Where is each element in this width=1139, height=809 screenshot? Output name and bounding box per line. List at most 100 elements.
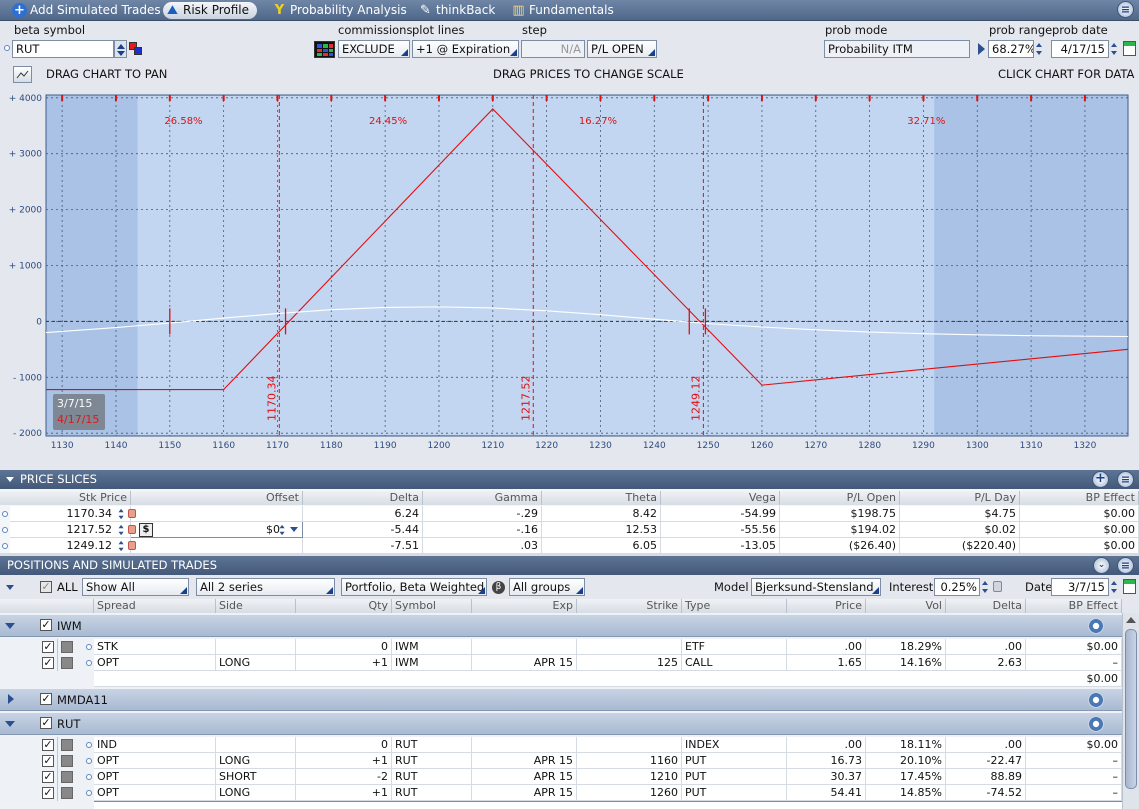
prob-date-stepper[interactable]: [1110, 40, 1119, 58]
gear-icon[interactable]: [1088, 692, 1104, 708]
row-color-box[interactable]: [61, 771, 73, 783]
date-calendar-icon[interactable]: [1123, 579, 1136, 594]
prob-range-input[interactable]: 68.27%: [988, 40, 1034, 58]
col-qty[interactable]: Qty: [296, 599, 392, 613]
tab-add-simulated-trades[interactable]: + Add Simulated Trades: [10, 2, 161, 19]
beta-info-icon[interactable]: β: [492, 581, 505, 594]
col-side[interactable]: Side: [216, 599, 296, 613]
slice-offset-cell[interactable]: $0: [131, 522, 303, 538]
slice-price-cell[interactable]: 1217.52: [10, 522, 131, 538]
group-row-rut[interactable]: ✓ RUT: [0, 713, 1122, 735]
prob-mode-dropdown[interactable]: Probability ITM: [824, 40, 970, 58]
col-exp[interactable]: Exp: [472, 599, 577, 613]
slice-lock-icon[interactable]: [128, 541, 136, 550]
row-checkbox[interactable]: ✓: [42, 739, 54, 751]
chevron-down-icon[interactable]: [5, 721, 15, 727]
offset-stepper[interactable]: [279, 522, 287, 537]
slice-price-cell[interactable]: 1170.34: [10, 506, 131, 522]
table-row[interactable]: ✓ OPT LONG +1 RUT APR 15 1260 PUT 54.41 14.85% -74…: [0, 785, 1122, 801]
prob-range-stepper[interactable]: [1035, 40, 1044, 58]
slice-lock-icon[interactable]: [128, 509, 136, 518]
slice-price-stepper[interactable]: [118, 506, 126, 521]
tab-probability-analysis[interactable]: Y Probability Analysis: [270, 2, 407, 19]
play-arrow-icon[interactable]: [978, 43, 985, 55]
color-picker-icon[interactable]: [129, 42, 143, 56]
beta-symbol-dropdown[interactable]: [114, 40, 127, 58]
row-link-dot-icon[interactable]: [86, 774, 92, 780]
date-stepper[interactable]: [1110, 578, 1119, 596]
commissions-dropdown[interactable]: EXCLUDE: [338, 40, 410, 58]
row-color-box[interactable]: [61, 739, 73, 751]
row-link-dot-icon[interactable]: [86, 790, 92, 796]
col-delta[interactable]: Delta: [946, 599, 1026, 613]
price-slices-header[interactable]: PRICE SLICES: [0, 470, 1139, 489]
table-row[interactable]: ✓ OPT SHORT -2 RUT APR 15 1210 PUT 30.37 17.45% 88…: [0, 769, 1122, 785]
slice-price-cell[interactable]: 1249.12: [10, 538, 131, 554]
slice-price-stepper[interactable]: [118, 538, 126, 553]
portfolio-dropdown[interactable]: Portfolio, Beta Weighted: [341, 578, 487, 596]
row-link-dot-icon[interactable]: [86, 660, 92, 666]
chart-style-icon[interactable]: [13, 66, 32, 83]
prob-date-input[interactable]: 4/17/15: [1051, 40, 1109, 58]
col-bp[interactable]: BP Effect: [1026, 599, 1122, 613]
gear-icon[interactable]: [1088, 618, 1104, 634]
gear-icon[interactable]: [1088, 716, 1104, 732]
col-type[interactable]: Type: [682, 599, 787, 613]
col-symbol[interactable]: Symbol: [392, 599, 472, 613]
beta-symbol-input[interactable]: RUT: [12, 40, 114, 58]
tab-fundamentals[interactable]: ▥ Fundamentals: [509, 2, 613, 19]
risk-profile-chart-svg[interactable]: 1130 1140 1150 1160 1170 1180 1190 1200 1210 1220…: [0, 91, 1139, 470]
row-checkbox[interactable]: ✓: [42, 755, 54, 767]
row-checkbox[interactable]: ✓: [42, 787, 54, 799]
row-checkbox[interactable]: ✓: [42, 771, 54, 783]
positions-menu-icon[interactable]: ≡: [1117, 557, 1134, 574]
slice-link-dot-icon[interactable]: [2, 527, 8, 533]
tab-thinkback[interactable]: ✎ thinkBack: [416, 2, 495, 19]
col-price[interactable]: Price: [787, 599, 866, 613]
filter-collapse-icon[interactable]: [6, 585, 14, 590]
row-link-dot-icon[interactable]: [86, 758, 92, 764]
show-filter-dropdown[interactable]: Show All: [82, 578, 189, 596]
price-slices-menu-icon[interactable]: ≡: [1117, 471, 1134, 488]
slice-offset-cell[interactable]: [131, 538, 303, 554]
model-dropdown[interactable]: Bjerksund-Stensland: [751, 578, 881, 596]
slice-price-stepper[interactable]: [118, 522, 126, 537]
group-row-iwm[interactable]: ✓ IWM: [0, 615, 1122, 637]
interest-stepper[interactable]: [981, 578, 990, 596]
date-input[interactable]: 3/7/15: [1051, 578, 1109, 596]
lock-icon[interactable]: [993, 581, 1002, 592]
step-input[interactable]: N/A: [521, 40, 585, 58]
offset-dropdown-icon[interactable]: [290, 527, 298, 532]
group-checkbox[interactable]: ✓: [40, 693, 52, 705]
positions-header[interactable]: POSITIONS AND SIMULATED TRADES: [0, 556, 1139, 575]
calendar-icon[interactable]: [1123, 41, 1136, 56]
menu-icon[interactable]: ≡: [1117, 1, 1134, 18]
groups-dropdown[interactable]: All groups: [509, 578, 585, 596]
collapse-arrow-icon[interactable]: [6, 477, 14, 482]
row-checkbox[interactable]: ✓: [42, 657, 54, 669]
slice-offset-cell[interactable]: [131, 506, 303, 522]
slice-link-dot-icon[interactable]: [2, 543, 8, 549]
row-color-box[interactable]: [61, 787, 73, 799]
row-link-dot-icon[interactable]: [86, 742, 92, 748]
table-row[interactable]: ✓ IND 0 RUT INDEX .00 18.11% .00 $0.00: [0, 737, 1122, 753]
row-color-box[interactable]: [61, 657, 73, 669]
row-color-box[interactable]: [61, 755, 73, 767]
plot-lines-dropdown[interactable]: +1 @ Expiration: [412, 40, 519, 58]
add-price-slice-icon[interactable]: +: [1092, 471, 1109, 488]
table-row[interactable]: ✓ OPT LONG +1 RUT APR 15 1160 PUT 16.73 20.10% -22…: [0, 753, 1122, 769]
positions-scrollbar[interactable]: [1122, 613, 1139, 809]
chevron-down-icon[interactable]: [5, 623, 15, 629]
table-row[interactable]: ✓ OPT LONG +1 IWM APR 15 125 CALL 1.65 14.16% 2.63…: [0, 655, 1122, 671]
tab-risk-profile[interactable]: ⛰ Risk Profile: [163, 2, 257, 19]
col-vol[interactable]: Vol: [866, 599, 946, 613]
collapse-all-icon[interactable]: ⌄: [1093, 557, 1110, 574]
color-grid-icon[interactable]: [314, 41, 335, 58]
col-spread[interactable]: Spread: [94, 599, 216, 613]
all-checkbox[interactable]: ✓: [40, 581, 52, 593]
group-checkbox[interactable]: ✓: [40, 619, 52, 631]
link-dot-icon[interactable]: [4, 45, 10, 51]
risk-profile-chart[interactable]: 1130 1140 1150 1160 1170 1180 1190 1200 1210 1220…: [0, 91, 1139, 470]
group-checkbox[interactable]: ✓: [40, 717, 52, 729]
row-link-dot-icon[interactable]: [86, 644, 92, 650]
